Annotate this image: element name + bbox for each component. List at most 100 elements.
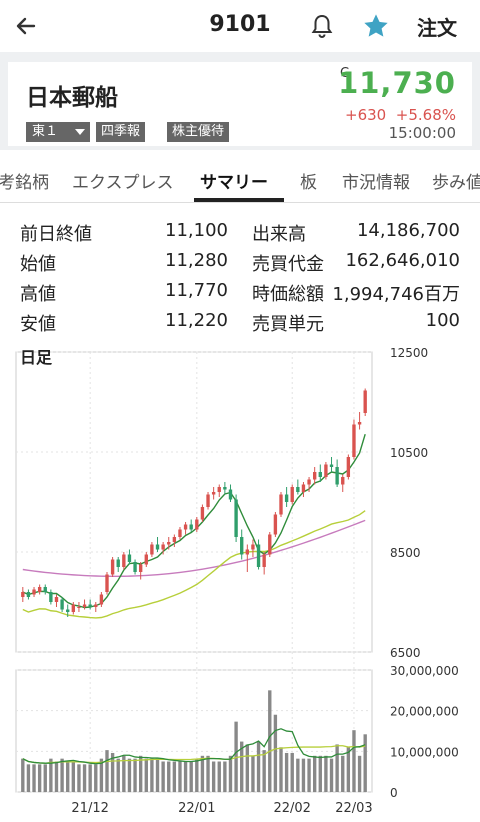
volume-bar	[211, 761, 216, 792]
volume-bar	[178, 761, 182, 792]
volume-bar	[296, 758, 300, 792]
candle-body	[268, 534, 272, 555]
back-arrow-icon[interactable]	[12, 12, 40, 40]
tab-related[interactable]: 考銘柄	[0, 168, 49, 193]
unit-label: 売買単元	[252, 314, 324, 335]
volume-bar	[60, 758, 64, 792]
shikiho-badge[interactable]: 四季報	[96, 122, 146, 142]
volume-bar	[21, 758, 25, 792]
volume-bar	[279, 747, 283, 792]
candle-body	[94, 604, 98, 607]
market-cap-value: 1,994,746百万	[332, 284, 460, 305]
candle-body	[37, 587, 42, 592]
volume-bar	[161, 761, 165, 792]
low-label: 安値	[20, 314, 56, 335]
volume-bar	[284, 752, 289, 792]
tab-market-info[interactable]: 市況情報	[342, 168, 410, 193]
star-icon[interactable]	[362, 12, 390, 40]
candle-body	[195, 519, 199, 530]
price-tick-label: 6500	[390, 646, 421, 660]
active-tab-indicator	[194, 198, 284, 202]
candle-body	[211, 492, 216, 495]
candle-body	[200, 507, 205, 520]
volume-bar	[268, 690, 272, 792]
candle-body	[155, 544, 160, 550]
tab-express[interactable]: エクスプレス	[72, 168, 174, 193]
volume-bar	[329, 758, 334, 792]
candle-body	[206, 494, 210, 507]
price-tick-label: 8500	[390, 546, 421, 560]
high-label: 高値	[20, 284, 56, 305]
order-button[interactable]: 注文	[417, 12, 457, 41]
candle-body	[346, 457, 351, 477]
volume-bar	[183, 761, 188, 792]
volume-bar	[228, 755, 233, 792]
candle-body	[318, 472, 322, 477]
price-panel-frame	[15, 351, 373, 653]
candle-body	[150, 544, 154, 555]
candle-body	[60, 599, 64, 610]
volume-bar	[127, 758, 132, 792]
volume-bar	[167, 761, 171, 792]
volume-bar	[363, 734, 367, 792]
candle-body	[324, 464, 328, 477]
candle-body	[256, 544, 261, 567]
candle-body	[301, 484, 306, 492]
candle-body	[217, 487, 221, 492]
volume-bar	[133, 758, 137, 792]
market-cap-label: 時価総額	[252, 284, 324, 305]
candle-body	[284, 494, 289, 502]
candle-body	[290, 487, 294, 502]
volume-bar	[357, 755, 362, 792]
volume-bar	[251, 755, 255, 792]
candle-body	[167, 542, 171, 545]
candle-body	[144, 554, 148, 565]
candle-body	[251, 544, 255, 550]
yutai-badge[interactable]: 株主優待	[167, 122, 230, 142]
trade-value-value: 162,646,010	[345, 250, 460, 271]
caret-down-icon	[75, 129, 85, 135]
volume-bar	[256, 741, 261, 792]
price-change: +630 +5.68%	[345, 106, 456, 124]
price-tick-label: 12500	[390, 346, 428, 360]
volume-bar	[245, 744, 250, 792]
candle-body	[105, 574, 109, 592]
stock-name: 日本郵船	[26, 85, 118, 111]
change-amount: +630	[345, 106, 387, 124]
volume-bar	[37, 764, 42, 792]
volume-bar	[150, 758, 154, 792]
volume-bar	[352, 730, 356, 792]
candle-body	[77, 607, 81, 608]
prev-close-value: 11,100	[165, 220, 228, 241]
volume-bar	[77, 764, 81, 792]
volume-bar	[116, 758, 120, 792]
candle-body	[279, 494, 283, 515]
candle-body	[88, 604, 92, 607]
tab-board[interactable]: 板	[300, 168, 317, 193]
candle-body	[43, 587, 47, 592]
tab-tick-history[interactable]: 歩み値	[432, 168, 480, 193]
volume-tick-label: 10,000,000	[390, 745, 459, 759]
chart-title: 日足	[20, 348, 53, 367]
low-value: 11,220	[165, 310, 228, 331]
candle-body	[133, 562, 137, 572]
volume-bar	[200, 755, 205, 792]
volume-bar	[335, 744, 339, 792]
candle-body	[312, 472, 317, 480]
market-label: 東１	[32, 124, 59, 139]
candle-body	[21, 592, 25, 597]
date-tick-label: 21/12	[71, 801, 108, 816]
price-chart[interactable]: 12500 10500 8500 6500 30,000,000 20,000,000 10…	[0, 340, 480, 822]
volume-bar	[206, 755, 210, 792]
tab-summary[interactable]: サマリー	[200, 168, 268, 193]
volume-bar	[189, 761, 193, 792]
volume-bar	[26, 764, 31, 792]
candle-body	[71, 604, 76, 612]
market-select[interactable]: 東１	[26, 122, 90, 142]
quote-time: 15:00:00	[388, 124, 456, 142]
candle-body	[127, 554, 132, 562]
volume-bar	[312, 755, 317, 792]
candle-body	[296, 487, 300, 492]
volume-panel-frame	[15, 669, 373, 793]
bell-icon[interactable]	[309, 12, 335, 40]
